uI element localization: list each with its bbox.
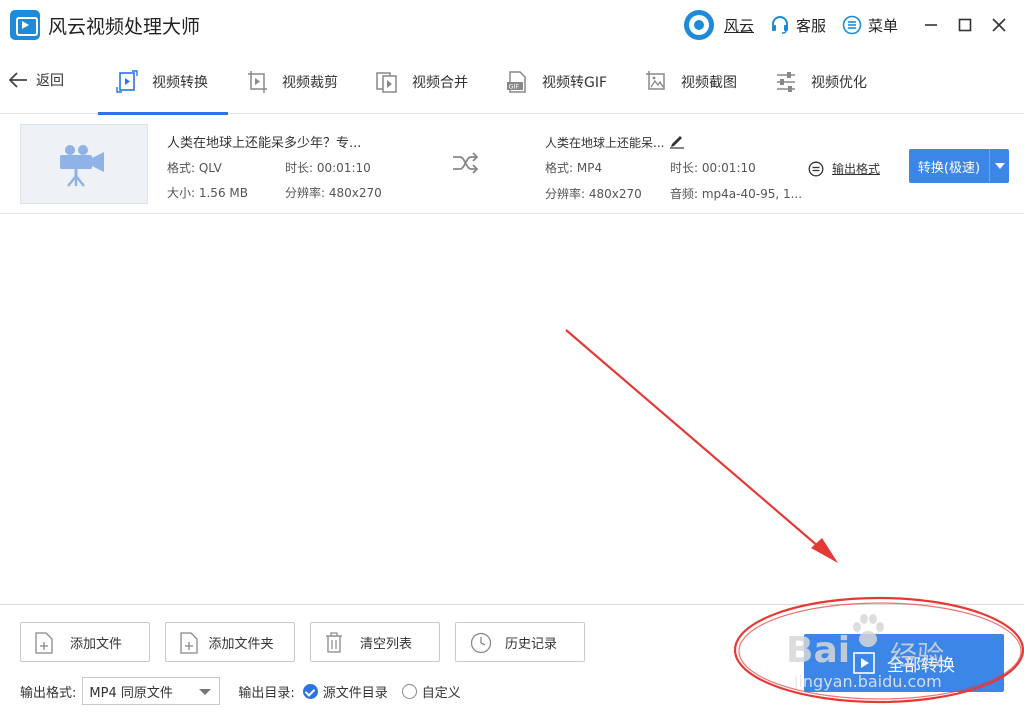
- optimize-icon: [777, 72, 796, 92]
- minimize-icon: [925, 24, 937, 26]
- tab-label: 视频转换: [152, 75, 208, 91]
- user-avatar-icon: [683, 10, 714, 40]
- minimize-button[interactable]: [914, 8, 948, 42]
- tab-video-to-gif[interactable]: GIF 视频转GIF: [488, 50, 627, 114]
- feature-toolbar: 返回 视频转换 视频裁剪 视频合并 GIF 视频转GIF 视频截图 视频优化: [0, 50, 1024, 115]
- app-title: 风云视频处理大师: [48, 16, 201, 38]
- convert-all-button[interactable]: 全部转换: [804, 634, 1004, 692]
- source-file-name: 人类在地球上还能呆多少年？专...: [167, 136, 362, 151]
- feature-tabs: 视频转换 视频裁剪 视频合并 GIF 视频转GIF 视频截图 视频优化: [98, 50, 887, 115]
- output-audio: 音频: mp4a-40-95, 1...: [670, 187, 803, 201]
- output-resolution: 分辨率: 480x270: [545, 187, 642, 201]
- output-format-value: MP4 同原文件: [89, 685, 173, 701]
- video-merge-icon: [376, 72, 397, 93]
- tab-video-crop[interactable]: 视频裁剪: [228, 50, 358, 114]
- tab-label: 视频合并: [412, 75, 468, 91]
- add-file-label: 添加文件: [69, 636, 122, 652]
- tab-label: 视频裁剪: [282, 75, 338, 91]
- convert-all-icon: [853, 652, 875, 674]
- output-format-label: 输出格式:: [20, 685, 77, 701]
- convert-fast-button[interactable]: 转换(极速): [909, 149, 1009, 183]
- gif-icon: GIF: [507, 71, 526, 93]
- tab-video-optimize[interactable]: 视频优化: [757, 50, 887, 114]
- title-bar: 风云视频处理大师 风云 客服 菜单: [0, 0, 1024, 50]
- video-crop-icon: [248, 71, 267, 93]
- menu-button[interactable]: 菜单: [842, 15, 898, 36]
- convert-all-label: 全部转换: [887, 655, 955, 676]
- format-settings-icon: [808, 161, 824, 176]
- user-account-button[interactable]: 风云: [683, 10, 754, 40]
- bottom-bar: 添加文件 添加文件夹 清空列表 历史记录 输出格式: MP4 同原文件 输出目录…: [0, 604, 1024, 720]
- video-thumbnail: [20, 124, 148, 204]
- radio-source-dir[interactable]: 源文件目录: [302, 682, 388, 701]
- tab-label: 视频优化: [811, 75, 868, 91]
- customer-service-button[interactable]: 客服: [770, 15, 826, 36]
- arrow-left-icon: [8, 72, 27, 88]
- output-format-select[interactable]: MP4 同原文件: [82, 677, 221, 705]
- caret-down-icon: [994, 163, 1005, 169]
- video-convert-icon: [116, 70, 138, 93]
- user-label: 风云: [723, 16, 754, 35]
- file-list-row[interactable]: 人类在地球上还能呆多少年？专... 格式: QLV 时长: 00:01:10 大…: [0, 114, 1024, 214]
- maximize-button[interactable]: [948, 8, 982, 42]
- back-button[interactable]: 返回: [8, 70, 64, 90]
- output-format-link-label: 输出格式: [832, 162, 881, 176]
- source-duration: 时长: 00:01:10: [285, 161, 371, 175]
- tab-video-merge[interactable]: 视频合并: [358, 50, 488, 114]
- video-camera-icon: [60, 145, 104, 187]
- svg-text:GIF: GIF: [509, 83, 520, 91]
- radio-custom-dir[interactable]: 自定义: [401, 682, 461, 701]
- shuffle-icon: [453, 152, 479, 174]
- annotation-arrow: [565, 329, 827, 554]
- tab-video-screenshot[interactable]: 视频截图: [627, 50, 757, 114]
- add-folder-label: 添加文件夹: [208, 636, 274, 652]
- history-button[interactable]: 历史记录: [455, 622, 585, 662]
- back-label: 返回: [36, 73, 64, 89]
- app-logo-icon: [10, 10, 40, 40]
- close-icon: [992, 18, 1006, 32]
- output-file-name: 人类在地球上还能呆...: [545, 136, 665, 150]
- tab-label: 视频转GIF: [542, 75, 608, 91]
- output-duration: 时长: 00:01:10: [670, 161, 756, 175]
- close-button[interactable]: [982, 8, 1016, 42]
- output-dir-label: 输出目录:: [238, 685, 295, 701]
- source-size: 大小: 1.56 MB: [167, 186, 248, 200]
- pencil-edit-icon[interactable]: [669, 133, 685, 149]
- annotation-arrowhead: [811, 538, 838, 563]
- title-bar-actions: 风云 客服 菜单: [683, 0, 1024, 50]
- radio-checked-icon: [302, 683, 318, 699]
- menu-icon: [842, 15, 862, 35]
- tab-video-convert[interactable]: 视频转换: [98, 50, 228, 115]
- headset-icon: [771, 16, 788, 34]
- source-resolution: 分辨率: 480x270: [285, 186, 382, 200]
- add-file-button[interactable]: 添加文件: [20, 622, 150, 662]
- output-format-settings-link[interactable]: 输出格式: [808, 160, 880, 177]
- menu-label: 菜单: [867, 16, 898, 35]
- app-window: 风云视频处理大师 风云 客服 菜单 返回 视频转换 视频裁剪 视频合并 GIF …: [0, 0, 1024, 720]
- radio-source-dir-label: 源文件目录: [322, 685, 388, 701]
- convert-fast-label: 转换(极速): [917, 160, 981, 176]
- radio-custom-dir-label: 自定义: [421, 685, 461, 701]
- convert-options-dropdown[interactable]: [989, 149, 1009, 183]
- clear-list-label: 清空列表: [359, 636, 412, 652]
- source-format: 格式: QLV: [167, 161, 222, 175]
- history-label: 历史记录: [504, 636, 557, 652]
- output-format: 格式: MP4: [545, 161, 603, 175]
- tab-label: 视频截图: [681, 75, 738, 91]
- output-settings: 输出格式: MP4 同原文件 输出目录: 源文件目录 自定义: [20, 677, 461, 705]
- clear-list-button[interactable]: 清空列表: [310, 622, 440, 662]
- radio-unchecked-icon: [401, 683, 417, 699]
- add-folder-button[interactable]: 添加文件夹: [165, 622, 295, 662]
- screenshot-icon: [646, 71, 665, 90]
- maximize-icon: [958, 18, 972, 32]
- customer-service-label: 客服: [795, 16, 826, 35]
